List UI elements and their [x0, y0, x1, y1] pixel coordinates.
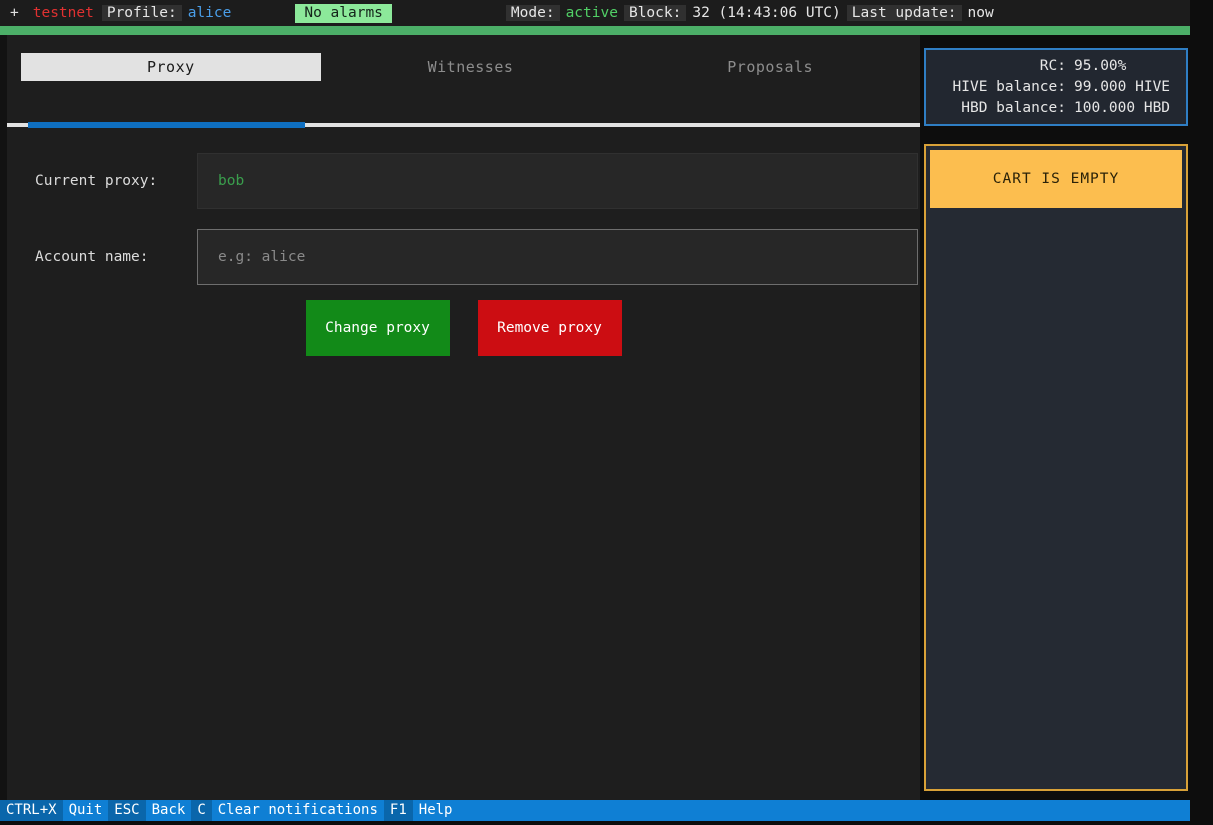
- key-esc[interactable]: ESC: [108, 800, 146, 821]
- desc-help[interactable]: Help: [412, 800, 459, 821]
- account-name-input[interactable]: e.g: alice: [197, 229, 918, 285]
- remove-proxy-button[interactable]: Remove proxy: [477, 300, 622, 356]
- tab-active-indicator: [28, 122, 305, 128]
- last-update-value: now: [967, 5, 994, 21]
- desc-back[interactable]: Back: [145, 800, 192, 821]
- right-sidebar: RC: 95.00% HIVE balance: 99.000 HIVE HBD…: [920, 35, 1190, 800]
- balance-row: HIVE balance: 99.000 HIVE: [934, 77, 1178, 98]
- alarm-badge[interactable]: No alarms: [295, 3, 392, 23]
- rc-value: 95.00%: [1074, 57, 1127, 74]
- balance-row: RC: 95.00%: [934, 56, 1178, 77]
- key-c[interactable]: C: [191, 800, 212, 821]
- expand-icon[interactable]: +: [0, 0, 33, 26]
- tab-proposals[interactable]: Proposals: [620, 53, 920, 81]
- change-proxy-button[interactable]: Change proxy: [305, 300, 450, 356]
- app-window: + testnet Profile: alice No alarms Mode:…: [0, 0, 1213, 825]
- desc-clear-notifications[interactable]: Clear notifications: [211, 800, 384, 821]
- key-ctrl-x[interactable]: CTRL+X: [0, 800, 63, 821]
- header-status-group: Mode: active Block: 32 (14:43:06 UTC) La…: [505, 5, 1000, 21]
- connection-status-bar: [0, 26, 1190, 35]
- hbd-balance-label: HBD balance:: [961, 99, 1066, 116]
- balances-panel: RC: 95.00% HIVE balance: 99.000 HIVE HBD…: [924, 48, 1188, 126]
- rc-label: RC:: [1039, 57, 1066, 74]
- tab-bar: Proxy Witnesses Proposals: [7, 35, 920, 88]
- account-name-row: Account name: e.g: alice: [7, 229, 920, 285]
- left-edge-strip: [0, 35, 7, 800]
- last-update-label: Last update:: [846, 5, 962, 21]
- cart-panel[interactable]: CART IS EMPTY: [924, 144, 1188, 791]
- balance-row: HBD balance: 100.000 HBD: [934, 98, 1178, 119]
- key-f1[interactable]: F1: [383, 800, 413, 821]
- block-label: Block:: [623, 5, 687, 21]
- main-content: Proxy Witnesses Proposals Current proxy:…: [7, 35, 920, 800]
- profile-label: Profile:: [101, 5, 182, 21]
- app-header: + testnet Profile: alice No alarms Mode:…: [0, 0, 1190, 26]
- hive-balance-label: HIVE balance:: [952, 78, 1067, 95]
- footer-keybindings: CTRL+X Quit ESC Back C Clear notificatio…: [0, 800, 1190, 821]
- action-buttons: Change proxy Remove proxy: [7, 300, 920, 366]
- hbd-balance-value: 100.000 HBD: [1074, 99, 1171, 116]
- desc-quit[interactable]: Quit: [62, 800, 109, 821]
- account-name-label: Account name:: [35, 249, 149, 265]
- cart-status-banner: CART IS EMPTY: [930, 150, 1182, 208]
- mode-label: Mode:: [505, 5, 560, 21]
- hive-balance-value: 99.000 HIVE: [1074, 78, 1171, 95]
- current-proxy-row: Current proxy: bob: [7, 153, 920, 209]
- tab-proxy[interactable]: Proxy: [21, 53, 321, 81]
- tab-witnesses[interactable]: Witnesses: [321, 53, 621, 81]
- current-proxy-label: Current proxy:: [35, 173, 158, 189]
- footer-spacer: [458, 800, 1190, 821]
- block-value: 32 (14:43:06 UTC): [692, 5, 841, 21]
- current-proxy-value: bob: [197, 153, 918, 209]
- profile-name: alice: [187, 5, 232, 21]
- network-label: testnet: [32, 5, 94, 21]
- mode-value: active: [565, 5, 618, 21]
